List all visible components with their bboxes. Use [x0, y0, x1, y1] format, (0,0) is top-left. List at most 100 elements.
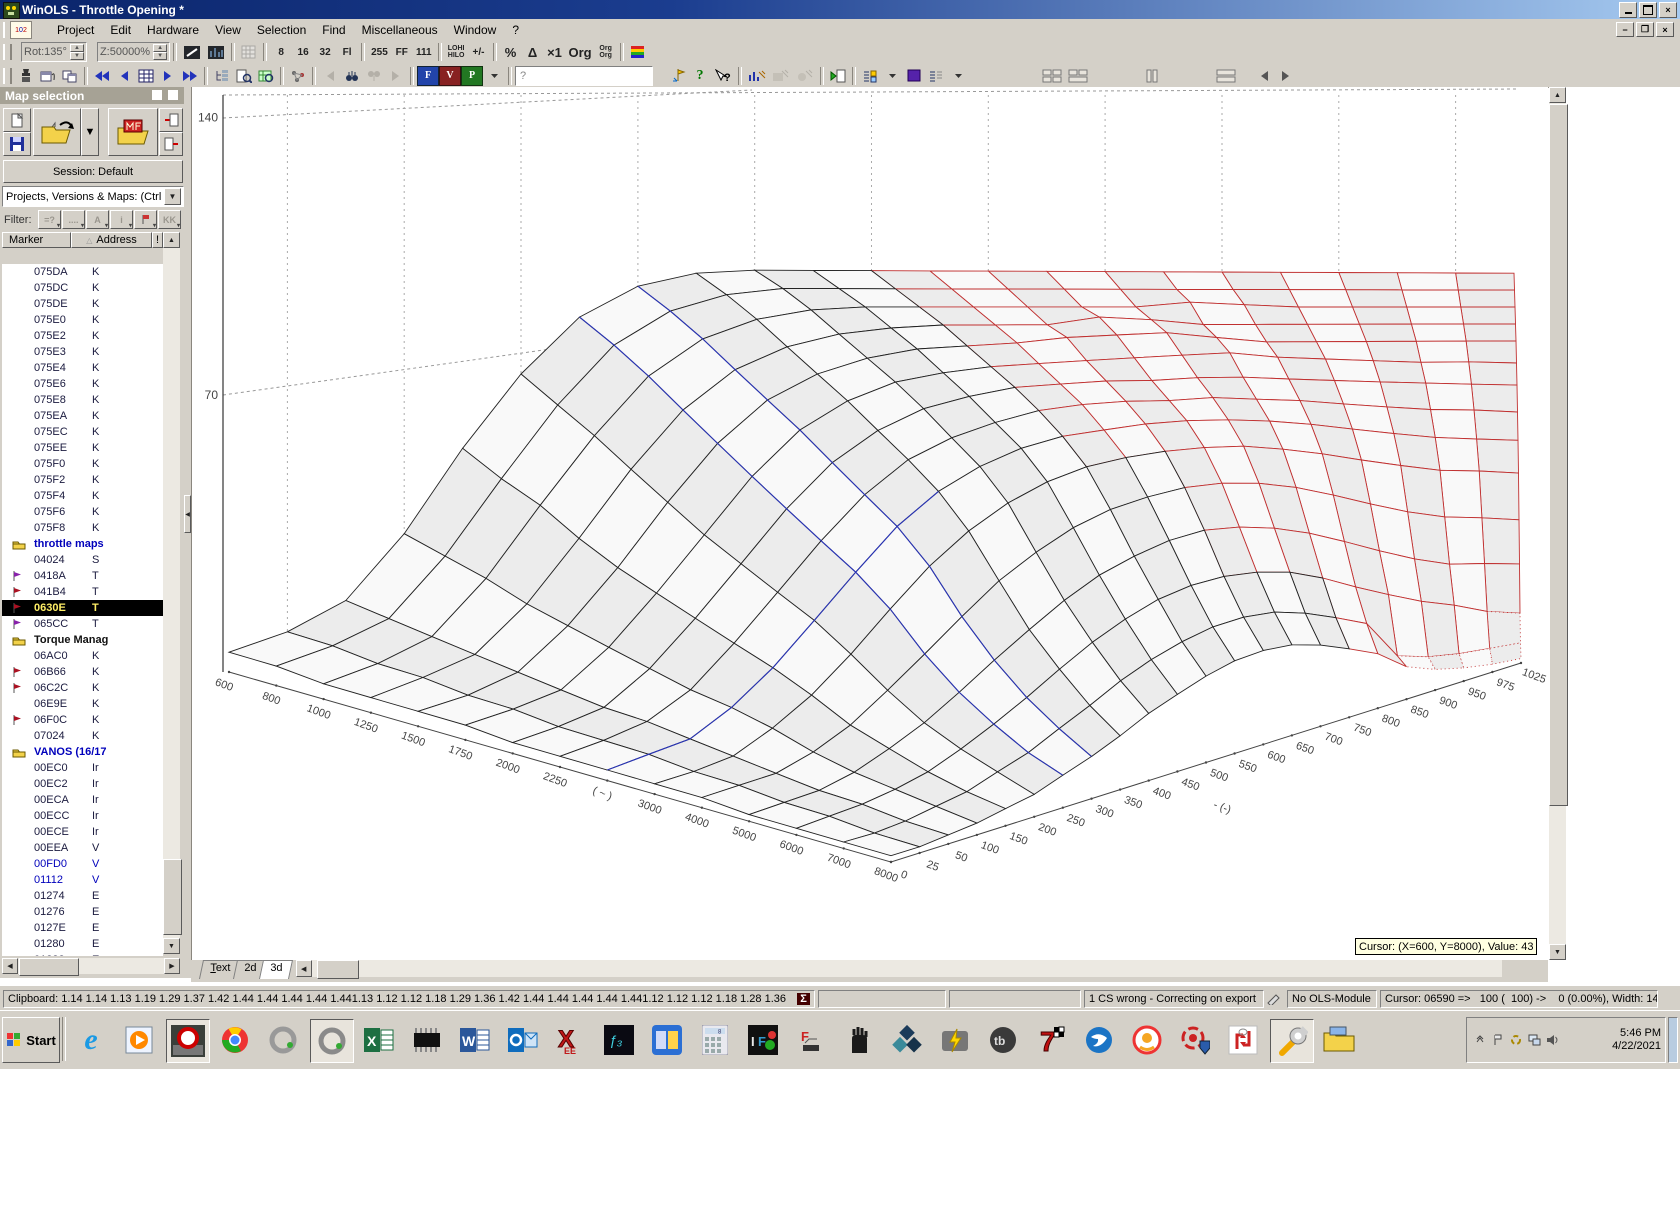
- filter-button-i[interactable]: i ▾: [110, 210, 133, 229]
- list-item-row[interactable]: 075F8 K: [2, 520, 163, 536]
- close-button[interactable]: ×: [1659, 1, 1677, 18]
- toolbar-button-8[interactable]: 8: [270, 42, 293, 62]
- list-item-row[interactable]: 00EC2 Ir: [2, 776, 163, 792]
- toolbar-button-p[interactable]: P: [461, 65, 483, 86]
- taskbar-icon-glove-app[interactable]: [838, 1019, 880, 1061]
- toolbar-button-binocular-down[interactable]: [363, 65, 385, 86]
- toolbar-button-arrow-left[interactable]: [1253, 65, 1275, 86]
- toolbar-button-view-2d[interactable]: [180, 42, 205, 62]
- list-item-row[interactable]: 00EEA V: [2, 840, 163, 856]
- map-selection-titlebar[interactable]: Map selection: [0, 87, 184, 104]
- list-item-row[interactable]: 075DE K: [2, 296, 163, 312]
- toolbar-button-1[interactable]: ×1: [543, 42, 566, 62]
- toolbar-button-fl[interactable]: Fl: [336, 42, 359, 62]
- list-item-row[interactable]: 075EE K: [2, 440, 163, 456]
- export-doc-button[interactable]: [159, 132, 183, 156]
- list-folder-row[interactable]: throttle maps: [2, 536, 163, 552]
- taskbar-icon-flash-tool[interactable]: F: [790, 1019, 832, 1061]
- menu-item-miscellaneous[interactable]: Miscellaneous: [354, 20, 446, 40]
- list-item-row[interactable]: 00ECA Ir: [2, 792, 163, 808]
- taskbar-icon-x-editor[interactable]: X EE: [550, 1019, 592, 1061]
- toolbar-button-doc-zoom[interactable]: [233, 65, 255, 86]
- list-item-row[interactable]: 06AC0 K: [2, 648, 163, 664]
- list-item-row[interactable]: 075F4 K: [2, 488, 163, 504]
- taskbar-icon-calculator[interactable]: 8: [694, 1019, 736, 1061]
- tray-icon-volume[interactable]: [1545, 1033, 1559, 1047]
- toolbar1-grip[interactable]: [3, 44, 12, 60]
- toolbar-button-nav-last[interactable]: [179, 65, 201, 86]
- rotation-spin-arrows[interactable]: ▲ ▼: [69, 44, 84, 60]
- list-item-row[interactable]: 075E6 K: [2, 376, 163, 392]
- list-item-row[interactable]: 01276 E: [2, 904, 163, 920]
- tray-icon-chevron-up[interactable]: [1473, 1033, 1487, 1047]
- toolbar-button-win-copy[interactable]: [37, 65, 59, 86]
- menu-item-selection[interactable]: Selection: [249, 20, 314, 40]
- menu-item-?[interactable]: ?: [504, 20, 527, 40]
- toolbar-button-dropdown[interactable]: [483, 65, 505, 86]
- list-item-row[interactable]: 0127E E: [2, 920, 163, 936]
- toolbar-button-org[interactable]: Org: [565, 42, 595, 62]
- toolbar-button-v[interactable]: V: [439, 65, 461, 86]
- list-item-row[interactable]: 075F6 K: [2, 504, 163, 520]
- toolbar-button-ff[interactable]: FF: [390, 42, 413, 62]
- panel-button-2[interactable]: [168, 90, 178, 100]
- view-scroll-down[interactable]: ▼: [1549, 944, 1566, 960]
- taskbar-icon-signature-app[interactable]: ƒ₃: [598, 1019, 640, 1061]
- surface-plot[interactable]: 70140600800100012501500175020002250( ~ )…: [192, 87, 1549, 960]
- list-item-row[interactable]: 04024 S: [2, 552, 163, 568]
- mdi-close-button[interactable]: ×: [1656, 22, 1674, 37]
- taskbar-icon-kfp-tool[interactable]: [1222, 1019, 1264, 1061]
- view-hscrollbar[interactable]: [311, 960, 1502, 977]
- list-item-row[interactable]: 075E3 K: [2, 344, 163, 360]
- taskbar-icon-eprom-chip[interactable]: [406, 1019, 448, 1061]
- view-vscroll-thumb[interactable]: [1549, 104, 1568, 806]
- taskbar-icon-wrench-tool[interactable]: [1270, 1019, 1314, 1063]
- filter-button-A[interactable]: A ▾: [86, 210, 109, 229]
- toolbar-button-wizard-2[interactable]: [769, 65, 793, 86]
- panel-splitter[interactable]: ◀: [184, 87, 191, 978]
- taskbar-icon-power-tool[interactable]: [934, 1019, 976, 1061]
- taskbar-icon-ecu-tool-1[interactable]: [262, 1019, 304, 1061]
- minimize-button[interactable]: [1619, 1, 1637, 18]
- toolbar-button-chart-wizard[interactable]: [745, 65, 769, 86]
- menu-item-view[interactable]: View: [207, 20, 249, 40]
- toolbar-button-arrow-right[interactable]: [1275, 65, 1297, 86]
- list-item-row[interactable]: 06C2C K: [2, 680, 163, 696]
- filter-button-flag[interactable]: ▾: [134, 210, 157, 229]
- toolbar-button-111[interactable]: 111: [412, 42, 435, 62]
- list-scroll-down[interactable]: ▼: [163, 938, 180, 954]
- toolbar-button-arrow-left-gray[interactable]: [319, 65, 341, 86]
- mdi-minimize-button[interactable]: −: [1616, 22, 1634, 37]
- view-scroll-left[interactable]: ◀: [295, 960, 312, 977]
- list-item-row[interactable]: 075F2 K: [2, 472, 163, 488]
- toolbar-button-nav-next[interactable]: [157, 65, 179, 86]
- toolbar-button-tree-list[interactable]: [211, 65, 233, 86]
- list-item-row[interactable]: 075F0 K: [2, 456, 163, 472]
- list-item-row[interactable]: 00ECC Ir: [2, 808, 163, 824]
- taskbar-icon-documents-folder[interactable]: [1318, 1019, 1360, 1061]
- list-item-row[interactable]: 075E2 K: [2, 328, 163, 344]
- taskbar-icon-internet-explorer[interactable]: e: [70, 1019, 112, 1061]
- start-button[interactable]: Start: [2, 1017, 60, 1063]
- save-button[interactable]: [3, 132, 31, 156]
- toolbar-button-split-vertical[interactable]: [1141, 65, 1163, 86]
- session-button[interactable]: Session: Default: [3, 160, 183, 183]
- toolbar-button-f[interactable]: F: [417, 65, 439, 86]
- column-header-marker[interactable]: Marker: [2, 232, 71, 248]
- map-list[interactable]: 075DA K 075DC K 075DE K 075E0 K 075E2 K 075E3 K 075E…: [2, 264, 163, 956]
- document-icon[interactable]: 102: [10, 21, 32, 39]
- toolbar-button-tile-grid[interactable]: [1039, 65, 1065, 86]
- tray-icon-network[interactable]: [1527, 1033, 1541, 1047]
- list-scroll-right[interactable]: ▶: [164, 958, 180, 974]
- list-item-row[interactable]: 01282E: [2, 952, 163, 956]
- open-project-button[interactable]: [33, 108, 81, 156]
- taskbar-icon-cube-app[interactable]: [886, 1019, 928, 1061]
- column-header-address[interactable]: △ Address: [71, 232, 152, 248]
- toolbar2-grip[interactable]: [3, 67, 12, 84]
- mdi-restore-button[interactable]: ❐: [1636, 22, 1654, 37]
- toolbar-button-[interactable]: Δ: [521, 42, 544, 62]
- taskbar-icon-tb-app[interactable]: tb: [982, 1019, 1024, 1061]
- list-scroll-left[interactable]: ◀: [2, 958, 18, 974]
- list-item-row[interactable]: 041B4 T: [2, 584, 163, 600]
- toolbar-button-wizard-3[interactable]: [793, 65, 817, 86]
